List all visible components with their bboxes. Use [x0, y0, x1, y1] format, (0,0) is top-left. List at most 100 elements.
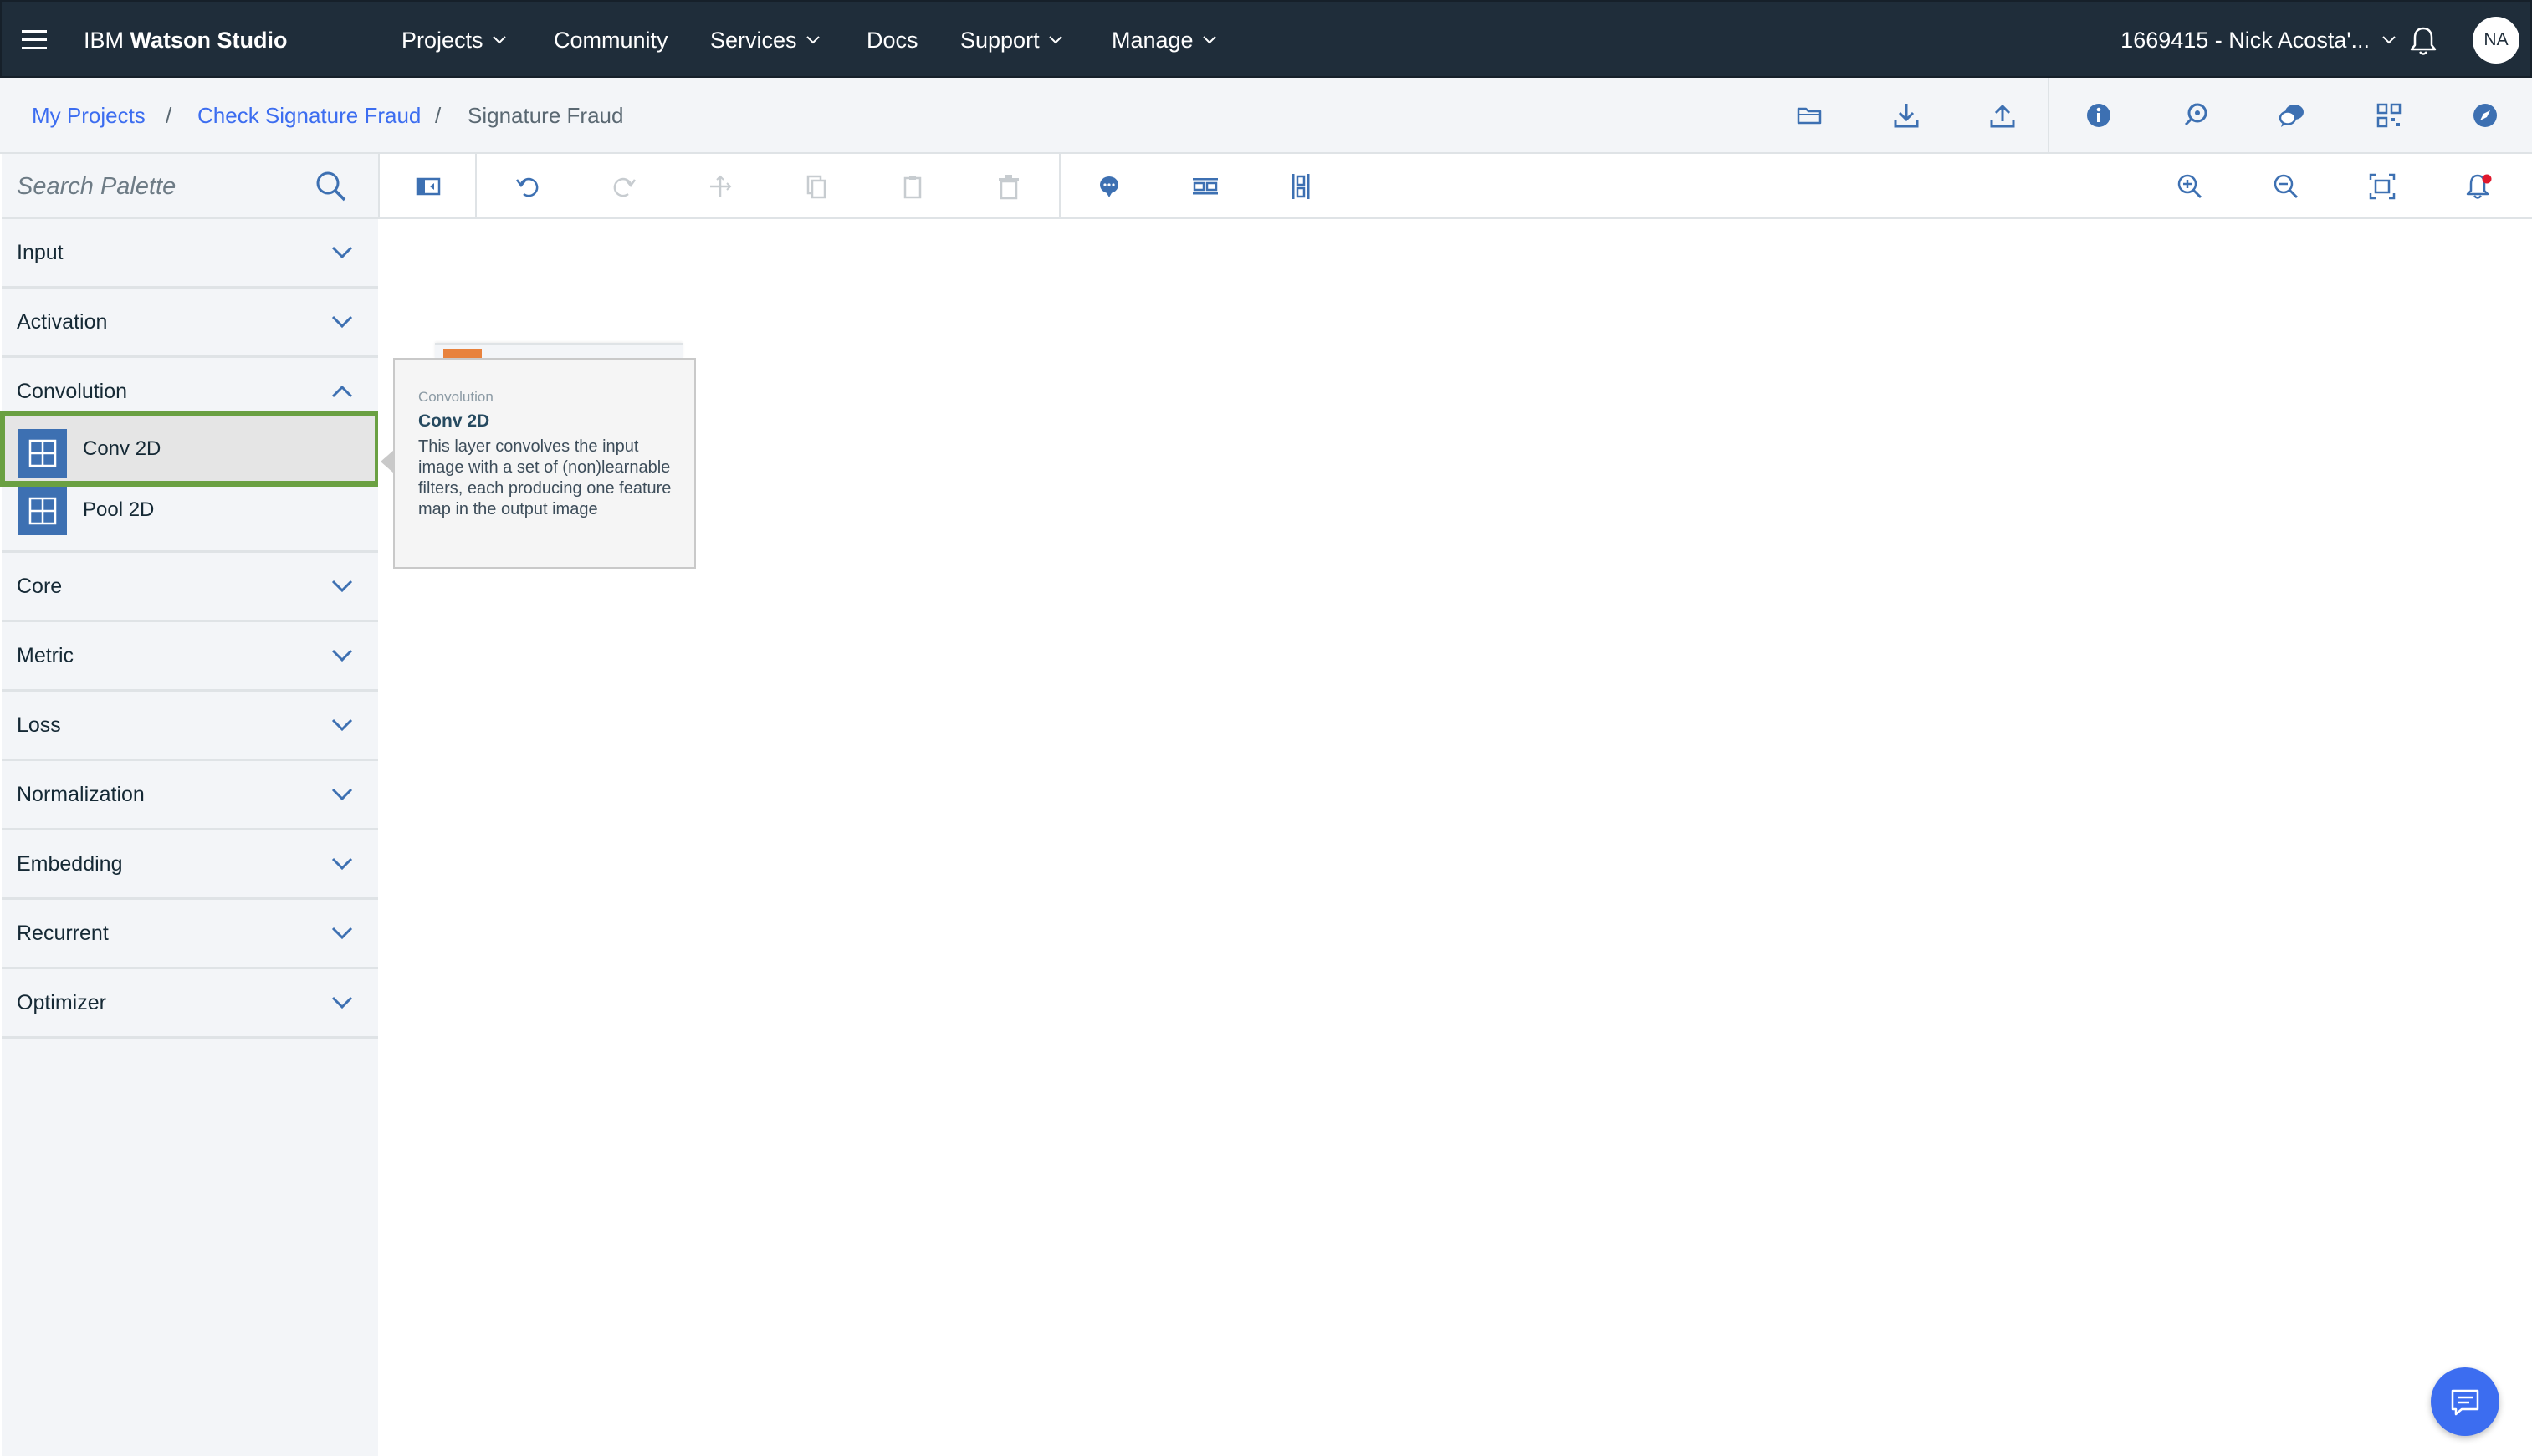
nav-docs[interactable]: Docs	[867, 26, 918, 54]
category-label: Convolution	[17, 380, 128, 403]
download-icon[interactable]	[1890, 99, 1923, 132]
tooltip-pointer	[381, 450, 394, 473]
chevron-down-icon	[331, 996, 353, 1009]
nav-projects[interactable]: Projects	[402, 26, 507, 54]
breadcrumb: My Projects / Check Signature Fraud / Si…	[0, 78, 2532, 154]
breadcrumb-my-projects[interactable]: My Projects	[32, 101, 146, 130]
node-tooltip: Convolution Conv 2D This layer convolves…	[393, 358, 696, 569]
arrange-vertical-icon[interactable]	[1285, 170, 1318, 203]
nav-support[interactable]: Support	[960, 26, 1063, 54]
move-icon[interactable]	[703, 170, 737, 203]
nav-support-label: Support	[960, 28, 1040, 53]
tooltip-description: This layer convolves the input image wit…	[418, 437, 672, 519]
avatar[interactable]: NA	[2473, 17, 2519, 64]
palette-item-pool-2d[interactable]: Pool 2D	[2, 484, 378, 553]
top-nav-bar: IBM Watson Studio Projects Community Ser…	[0, 0, 2532, 78]
flow-canvas[interactable]	[378, 219, 2532, 1456]
paste-icon[interactable]	[896, 170, 929, 203]
chevron-down-icon	[331, 580, 353, 593]
comment-icon[interactable]	[1092, 170, 1126, 203]
zoom-in-icon[interactable]	[2173, 170, 2207, 203]
tooltip-title: Conv 2D	[418, 411, 490, 431]
deploy-icon[interactable]	[2179, 99, 2212, 132]
palette-category-optimizer[interactable]: Optimizer	[2, 969, 378, 1039]
chevron-down-icon	[331, 315, 353, 329]
divider	[2048, 78, 2049, 154]
palette-category-metric[interactable]: Metric	[2, 622, 378, 692]
nav-projects-label: Projects	[402, 28, 483, 53]
dragged-node-preview	[435, 343, 683, 359]
undo-icon[interactable]	[511, 170, 545, 203]
chevron-down-icon	[492, 36, 506, 44]
chevron-down-icon	[331, 857, 353, 871]
palette-category-input[interactable]: Input	[2, 219, 378, 289]
app-brand[interactable]: IBM Watson Studio	[84, 26, 288, 54]
nav-services[interactable]: Services	[710, 26, 821, 54]
chat-bubbles-icon[interactable]	[2275, 99, 2309, 132]
category-label: Input	[17, 241, 64, 264]
notification-icon[interactable]	[2462, 170, 2495, 203]
copy-icon[interactable]	[800, 170, 833, 203]
chevron-down-icon	[1202, 36, 1216, 44]
search-input[interactable]	[17, 169, 301, 204]
nav-community-label: Community	[554, 28, 668, 53]
redo-icon[interactable]	[607, 170, 641, 203]
palette-category-recurrent[interactable]: Recurrent	[2, 900, 378, 969]
breadcrumb-current: Signature Fraud	[468, 103, 624, 128]
nav-community[interactable]: Community	[554, 26, 668, 54]
palette-category-loss[interactable]: Loss	[2, 692, 378, 761]
palette-item-conv-2d[interactable]: Conv 2D	[0, 411, 381, 487]
category-label: Recurrent	[17, 922, 109, 945]
chevron-down-icon	[331, 649, 353, 662]
palette-category-embedding[interactable]: Embedding	[2, 830, 378, 900]
divider	[1059, 154, 1061, 217]
chevron-down-icon	[331, 927, 353, 940]
category-label: Core	[17, 575, 63, 598]
item-label: Pool 2D	[83, 498, 155, 521]
palette-search	[2, 154, 378, 219]
zoom-out-icon[interactable]	[2269, 170, 2303, 203]
chat-button[interactable]	[2431, 1367, 2499, 1436]
delete-icon[interactable]	[992, 170, 1026, 203]
breadcrumb-project[interactable]: Check Signature Fraud	[197, 101, 421, 130]
nav-manage-label: Manage	[1112, 28, 1194, 53]
tooltip-category: Convolution	[418, 389, 494, 405]
toggle-palette-icon[interactable]	[412, 170, 445, 203]
chevron-down-icon	[331, 246, 353, 259]
chevron-down-icon	[806, 36, 820, 44]
folder-icon[interactable]	[1793, 99, 1826, 132]
category-label: Loss	[17, 713, 61, 737]
account-switcher[interactable]: 1669415 - Nick Acosta'...	[2120, 26, 2396, 54]
upload-icon[interactable]	[1986, 99, 2019, 132]
info-icon[interactable]	[2082, 99, 2115, 132]
nav-manage[interactable]: Manage	[1112, 26, 1217, 54]
chevron-down-icon	[331, 718, 353, 732]
compass-icon[interactable]	[2468, 99, 2502, 132]
nav-docs-label: Docs	[867, 28, 918, 53]
canvas-toolbar	[378, 154, 2532, 219]
chevron-down-icon	[331, 788, 353, 801]
category-label: Activation	[17, 310, 108, 334]
divider	[475, 154, 477, 217]
fit-to-screen-icon[interactable]	[2366, 170, 2399, 203]
palette-category-normalization[interactable]: Normalization	[2, 761, 378, 830]
chevron-down-icon	[2382, 36, 2396, 44]
brand-prefix: IBM	[84, 28, 125, 53]
category-label: Embedding	[17, 852, 123, 876]
category-label: Optimizer	[17, 991, 106, 1014]
convolution-node-icon	[18, 429, 67, 478]
bell-icon[interactable]	[2408, 25, 2438, 57]
grid-icon[interactable]	[2372, 99, 2406, 132]
category-label: Normalization	[17, 783, 145, 806]
chat-icon	[2451, 1389, 2479, 1416]
brand-name: Watson Studio	[130, 28, 288, 53]
hamburger-menu-icon[interactable]	[20, 26, 50, 54]
palette-category-core[interactable]: Core	[2, 553, 378, 622]
category-label: Metric	[17, 644, 74, 667]
palette-category-activation[interactable]: Activation	[2, 289, 378, 358]
breadcrumb-separator: /	[435, 103, 442, 128]
search-icon[interactable]	[314, 169, 349, 204]
chevron-down-icon	[1048, 36, 1062, 44]
item-label: Conv 2D	[83, 437, 161, 460]
arrange-horizontal-icon[interactable]	[1189, 170, 1222, 203]
